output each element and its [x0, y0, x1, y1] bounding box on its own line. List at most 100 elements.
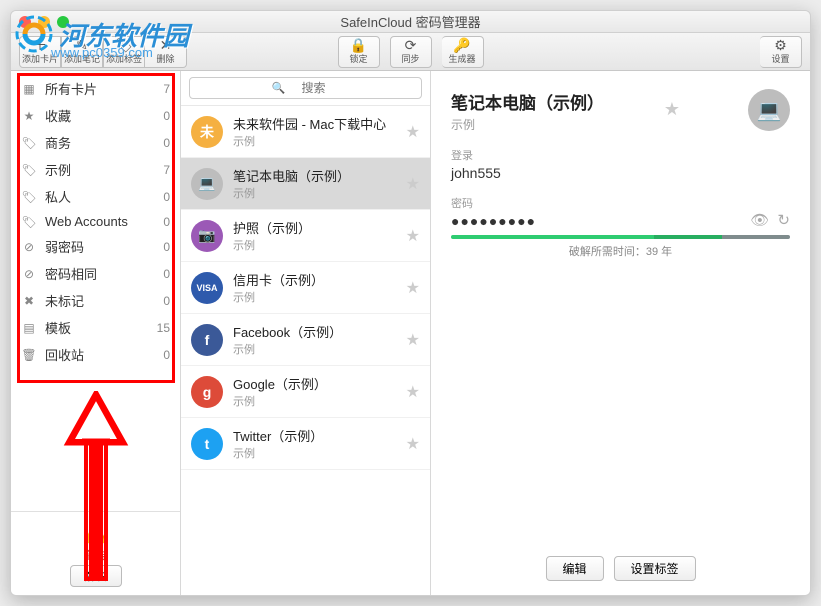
sidebar-item-count: 0 [163, 190, 170, 204]
sidebar-item-count: 0 [163, 215, 170, 229]
card-icon: g [191, 376, 223, 408]
watermark-url: www.pc0359.com [51, 45, 153, 60]
card-item[interactable]: tTwitter（示例）示例★ [181, 418, 430, 470]
sidebar-item[interactable]: 🏷 私人 0 [11, 183, 180, 210]
card-item[interactable]: g Google（示例）示例★ [181, 366, 430, 418]
watermark-logo-icon [15, 15, 53, 53]
card-subtitle: 示例 [233, 289, 406, 305]
toolbar-icon: 🔑 [453, 38, 470, 52]
sidebar-item[interactable]: 🏷商务0 [11, 129, 180, 156]
strength-segment [654, 235, 722, 239]
toolbar-center-btn-0[interactable]: 🔒锁定 [338, 36, 380, 68]
card-title: 护照（示例） [233, 218, 406, 237]
toolbar-center-btn-1[interactable]: ⟳同步 [390, 36, 432, 68]
resolve-button[interactable]: 解决 [70, 565, 122, 587]
password-strength-bar [451, 235, 790, 239]
password-history-icon[interactable]: ↻ [777, 211, 790, 229]
login-label: 登录 [451, 147, 790, 163]
toolbar-icon: 🔒 [350, 38, 367, 52]
card-star-icon[interactable]: ★ [406, 122, 420, 142]
card-star-icon[interactable]: ★ [406, 330, 420, 350]
card-icon: VISA [191, 272, 223, 304]
warning-text: 警告 [19, 547, 172, 563]
toolbar-center-group: 🔒锁定 ⟳同步 🔑生成器 [338, 36, 484, 68]
sidebar-item-icon: ⊘ [21, 267, 37, 281]
card-subtitle: 示例 [233, 133, 406, 149]
body: ▦ 所有卡片 7 ★收藏0🏷商务0🏷示例7 🏷 私人 0 🏷 Web Accounts 0 ⊘ 弱密码… [11, 71, 810, 595]
edit-button[interactable]: 编辑 [545, 556, 603, 581]
detail-buttons: 编辑 设置标签 [545, 556, 695, 581]
detail-subtitle: 示例 [451, 116, 604, 133]
sidebar-item-icon: 🏷 [21, 190, 37, 204]
card-title: 未来软件园 - Mac下载中心 [233, 114, 406, 133]
login-field: 登录 john555 [451, 147, 790, 181]
card-title: Google（示例） [233, 374, 406, 393]
card-item[interactable]: VISA信用卡（示例）示例★ [181, 262, 430, 314]
sidebar-item-icon: ✖ [21, 294, 37, 308]
toolbar-center-btn-2[interactable]: 🔑生成器 [442, 36, 484, 68]
toolbar-icon: ⟳ [405, 38, 417, 52]
strength-segment [519, 235, 587, 239]
reveal-password-icon[interactable]: 👁 [750, 211, 769, 229]
card-star-icon[interactable]: ★ [406, 434, 420, 454]
sidebar-item-count: 0 [163, 267, 170, 281]
sidebar-item[interactable]: ▤ 模板 15 [11, 314, 180, 341]
card-title: 笔记本电脑（示例） [233, 166, 406, 185]
sidebar-item-label: Web Accounts [45, 214, 128, 229]
sidebar-item[interactable]: 🗑回收站0 [11, 341, 180, 368]
sidebar-item-count: 0 [163, 136, 170, 150]
toolbar-label: 锁定 [349, 52, 367, 65]
card-list: 未未来软件园 - Mac下载中心示例★💻笔记本电脑（示例）示例★📷护照（示例）示… [181, 106, 430, 595]
set-tags-button[interactable]: 设置标签 [614, 556, 696, 581]
sidebar-item-icon: 🗑 [21, 348, 37, 362]
sidebar-item-count: 0 [163, 294, 170, 308]
card-star-icon[interactable]: ★ [406, 382, 420, 402]
sidebar-item[interactable]: ▦ 所有卡片 7 [11, 75, 180, 102]
toolbar-label: 生成器 [448, 52, 475, 65]
card-item[interactable]: 📷护照（示例）示例★ [181, 210, 430, 262]
password-label: 密码 [451, 195, 790, 211]
sidebar-item-icon: 🏷 [21, 215, 37, 229]
sidebar-item[interactable]: ⊘ 密码相同 0 [11, 260, 180, 287]
sidebar-item-count: 7 [163, 163, 170, 177]
sidebar-item-count: 0 [163, 240, 170, 254]
sidebar-item-label: 回收站 [45, 345, 84, 364]
card-star-icon[interactable]: ★ [406, 174, 420, 194]
sidebar-item-label: 弱密码 [45, 237, 84, 256]
sidebar-item-label: 私人 [45, 187, 71, 206]
sidebar-item-label: 模板 [45, 318, 71, 337]
card-subtitle: 示例 [233, 341, 406, 357]
sidebar-item-label: 所有卡片 [45, 79, 97, 98]
search-input[interactable] [189, 77, 422, 99]
sidebar-item[interactable]: ✖ 未标记 0 [11, 287, 180, 314]
card-item[interactable]: f Facebook（示例）示例★ [181, 314, 430, 366]
card-subtitle: 示例 [233, 393, 406, 409]
sidebar-item[interactable]: ★收藏0 [11, 102, 180, 129]
sidebar-item[interactable]: ⊘弱密码0 [11, 233, 180, 260]
card-star-icon[interactable]: ★ [406, 278, 420, 298]
favorite-star-icon[interactable]: ★ [664, 99, 680, 120]
card-star-icon[interactable]: ★ [406, 226, 420, 246]
settings-button[interactable]: ⚙ 设置 [760, 36, 802, 68]
laptop-icon: 💻 [748, 89, 790, 131]
sidebar-item-count: 0 [163, 109, 170, 123]
card-item[interactable]: 💻笔记本电脑（示例）示例★ [181, 158, 430, 210]
search-wrap: 🔍 [181, 71, 430, 106]
toolbar-label: 同步 [401, 52, 419, 65]
card-item[interactable]: 未未来软件园 - Mac下载中心示例★ [181, 106, 430, 158]
sidebar-item-icon: ▦ [21, 82, 37, 96]
sidebar-item-label: 未标记 [45, 291, 84, 310]
card-title: Facebook（示例） [233, 322, 406, 341]
card-subtitle: 示例 [233, 237, 406, 253]
sidebar-item-icon: ▤ [21, 321, 37, 335]
app-window: 河东软件园 www.pc0359.com SafeInCloud 密码管理器 ＋… [10, 10, 811, 596]
toolbar-right-group: ⚙ 设置 [760, 36, 802, 68]
gear-icon: ⚙ [774, 38, 787, 52]
sidebar-item-count: 15 [157, 321, 170, 335]
sidebar-item[interactable]: 🏷 Web Accounts 0 [11, 210, 180, 233]
settings-label: 设置 [771, 52, 789, 65]
sidebar-item[interactable]: 🏷示例7 [11, 156, 180, 183]
sidebar-item-count: 7 [163, 82, 170, 96]
card-icon: f [191, 324, 223, 356]
sidebar-item-label: 密码相同 [45, 264, 97, 283]
